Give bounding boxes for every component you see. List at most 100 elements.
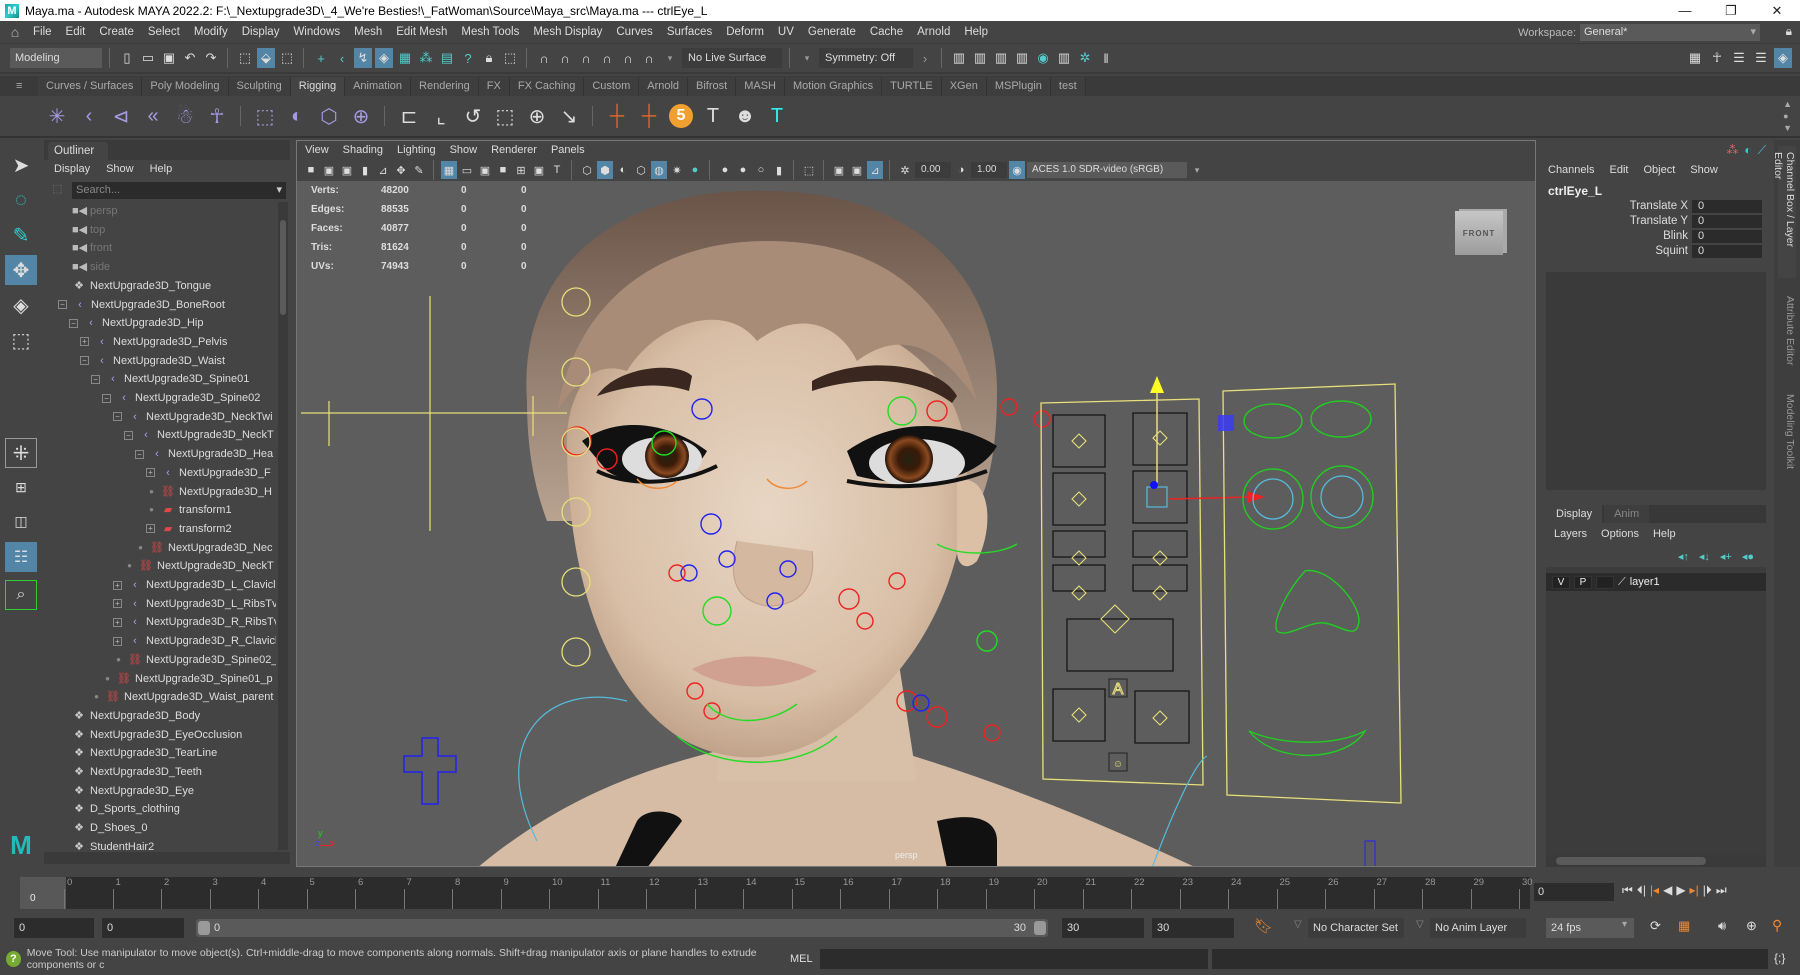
layers-menu[interactable]: Layers [1554, 528, 1587, 540]
pick-mask-icon[interactable]: + [312, 48, 330, 68]
outliner-item[interactable]: + ‹ NextUpgrade3D_Pelvis [80, 333, 227, 351]
range-slider-bar[interactable]: 0 30 [196, 919, 1048, 937]
layer-row[interactable]: V P ⟋ layer1 [1546, 573, 1766, 591]
skull-icon[interactable]: ☻ [732, 102, 758, 130]
tab-channel-box-layer-editor[interactable]: Channel Box / Layer Editor [1772, 146, 1796, 278]
shelf-tab-custom[interactable]: Custom [584, 77, 640, 96]
shelf-tab-poly-modeling[interactable]: Poly Modeling [142, 77, 229, 96]
menu-generate[interactable]: Generate [801, 26, 863, 38]
viewport-menu-renderer[interactable]: Renderer [491, 144, 537, 156]
anim-layer-dropdown[interactable]: No Anim Layer [1430, 918, 1526, 938]
color-management-icon[interactable]: ◉ [1009, 161, 1025, 179]
viewport-menu-view[interactable]: View [305, 144, 329, 156]
select-component-icon[interactable]: ⬚ [278, 48, 296, 68]
shadows-icon[interactable]: ● [687, 161, 703, 179]
outliner-item[interactable]: − ‹ NextUpgrade3D_Spine02 [102, 389, 260, 407]
symmetry-field[interactable]: Symmetry: Off [819, 48, 913, 68]
menu-cache[interactable]: Cache [863, 26, 910, 38]
render-view-icon[interactable]: ▥ [950, 48, 968, 68]
channels-menu[interactable]: Channels [1548, 164, 1594, 176]
restore-button[interactable]: ❐ [1708, 0, 1754, 21]
shelf-tab-turtle[interactable]: TURTLE [882, 77, 942, 96]
facial-ui-panel-left[interactable]: A ☺ [1040, 376, 1265, 786]
gate-mask-icon[interactable]: ■ [495, 161, 511, 179]
viewport-menu-lighting[interactable]: Lighting [397, 144, 436, 156]
viewport-menu-show[interactable]: Show [450, 144, 478, 156]
step-forward-key-button[interactable]: |⏵ [1703, 883, 1712, 898]
scale-tool-icon[interactable]: ⬚ [5, 325, 37, 355]
menu-display[interactable]: Display [235, 26, 287, 38]
orient-constraint-icon[interactable]: ↺ [460, 102, 486, 130]
outliner-item[interactable]: ■◀ top [72, 221, 105, 239]
character-controls-icon[interactable]: ☥ [1708, 48, 1726, 68]
menu-curves[interactable]: Curves [609, 26, 659, 38]
collapse-icon[interactable]: − [124, 430, 133, 440]
attr-value[interactable]: 0 [1692, 199, 1762, 213]
expand-icon[interactable]: + [113, 599, 122, 609]
viewport-menu-shading[interactable]: Shading [343, 144, 383, 156]
resolution-gate-icon[interactable]: ▣ [477, 161, 493, 179]
field-chart-icon[interactable]: ⊞ [513, 161, 529, 179]
render-settings-icon[interactable]: ▥ [1013, 48, 1031, 68]
chevron-down-icon[interactable]: ▾ [1189, 161, 1205, 179]
outliner-item[interactable]: ❖ NextUpgrade3D_Tongue [72, 277, 211, 295]
collapse-icon[interactable]: − [69, 318, 78, 328]
outliner-item[interactable]: + ‹ NextUpgrade3D_L_Clavicl [113, 576, 276, 594]
menu-modify[interactable]: Modify [187, 26, 235, 38]
layer-color-icon[interactable]: ⟋ [1618, 576, 1626, 589]
layer-scrollbar[interactable] [1546, 855, 1766, 867]
layer-playback-toggle[interactable]: P [1574, 575, 1592, 589]
range-start-handle[interactable] [198, 921, 210, 935]
tool-settings-icon[interactable]: ☰ [1752, 48, 1770, 68]
menu-mesh-tools[interactable]: Mesh Tools [454, 26, 526, 38]
outliner-item[interactable]: − ‹ NextUpgrade3D_NeckT [124, 426, 274, 444]
exposure-icon[interactable]: ✲ [897, 161, 913, 179]
shelf-menu-icon[interactable]: ≡ [16, 80, 22, 92]
outliner-tab[interactable]: Outliner [48, 142, 108, 160]
cluster-icon[interactable]: ⊕ [348, 102, 374, 130]
attr-squint[interactable]: Squint 0 [1548, 244, 1762, 258]
menu-create[interactable]: Create [92, 26, 141, 38]
expand-icon[interactable]: + [113, 580, 122, 590]
snap-projected-center-icon[interactable]: ∩ [598, 48, 616, 68]
use-all-lights-icon[interactable]: ✷ [669, 161, 685, 179]
script-editor-icon[interactable]: {;} [1774, 951, 1785, 965]
backface-culling-icon[interactable]: ⊿ [867, 161, 883, 179]
safe-action-icon[interactable]: ▣ [531, 161, 547, 179]
new-layer-icon[interactable]: ◂+ [1720, 550, 1732, 563]
light-editor-icon[interactable]: ✲ [1076, 48, 1094, 68]
facial-ui-panel-right[interactable] [1152, 383, 1402, 867]
outliner-item[interactable]: − ‹ NextUpgrade3D_Hip [69, 314, 204, 332]
menu-windows[interactable]: Windows [286, 26, 347, 38]
shelf-tab-rendering[interactable]: Rendering [411, 77, 479, 96]
animation-preferences-icon[interactable]: ⚲ [1772, 917, 1782, 934]
range-end-handle[interactable] [1034, 921, 1046, 935]
outliner-item[interactable]: ■◀ side [72, 258, 110, 276]
image-plane-icon[interactable]: ⊿ [375, 161, 391, 179]
outliner-menu-show[interactable]: Show [106, 163, 134, 175]
snap-view-plane-icon[interactable]: ∩ [619, 48, 637, 68]
outliner-item[interactable]: + ‹ NextUpgrade3D_F [146, 464, 271, 482]
menu-select[interactable]: Select [141, 26, 187, 38]
shelf-tab-arnold[interactable]: Arnold [639, 77, 689, 96]
camera-attributes-icon[interactable]: ▣ [339, 161, 355, 179]
outliner-item[interactable]: ❖ NextUpgrade3D_EyeOcclusion [72, 726, 242, 744]
expand-icon[interactable]: + [113, 636, 122, 646]
menu-edit-mesh[interactable]: Edit Mesh [389, 26, 454, 38]
xray-active-icon[interactable]: ▣ [849, 161, 865, 179]
workspace-dropdown[interactable]: General* [1580, 24, 1760, 41]
save-scene-icon[interactable]: ▣ [160, 48, 178, 68]
outliner-horizontal-scrollbar[interactable] [44, 852, 290, 864]
render-frame-icon[interactable]: ▥ [971, 48, 989, 68]
attr-translate-y[interactable]: Translate Y 0 [1548, 214, 1762, 228]
play-forwards-button[interactable]: ▶ [1676, 883, 1685, 898]
shelf-tab-motion-graphics[interactable]: Motion Graphics [785, 77, 883, 96]
attr-value[interactable]: 0 [1692, 214, 1762, 228]
lock-camera-icon[interactable]: ▣ [321, 161, 337, 179]
default-material-icon[interactable]: ◐ [615, 161, 631, 179]
outliner-item[interactable]: + ‹ NextUpgrade3D_R_Clavicl [113, 632, 276, 650]
blue-cross-control[interactable] [403, 737, 457, 805]
create-joints-icon[interactable]: ✳ [44, 102, 70, 130]
menu-file[interactable]: File [26, 26, 59, 38]
current-frame-indicator[interactable]: 0 [20, 877, 66, 909]
